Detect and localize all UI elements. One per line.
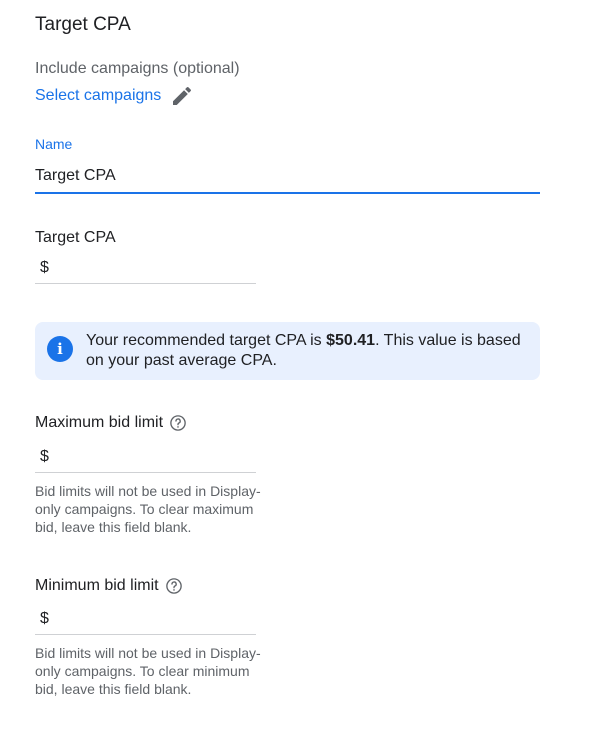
min-bid-label-text: Minimum bid limit [35,577,159,594]
currency-symbol: $ [40,610,49,627]
strategy-title: Target CPA [35,14,131,35]
name-input[interactable] [35,160,540,194]
select-campaigns-row[interactable]: Select campaigns [35,84,194,108]
select-campaigns-link[interactable]: Select campaigns [35,87,161,105]
include-campaigns-label: Include campaigns (optional) [35,60,240,77]
target-cpa-label-text: Target CPA [35,229,116,246]
recommendation-text: Your recommended target CPA is $50.41. T… [86,331,526,371]
recommendation-banner: i Your recommended target CPA is $50.41.… [35,322,540,380]
max-bid-label-text: Maximum bid limit [35,414,164,431]
max-bid-input[interactable] [48,443,264,471]
max-bid-hint: Bid limits will not be used in Display-o… [35,483,261,535]
name-field-label: Name [35,136,73,152]
currency-symbol: $ [40,448,49,465]
recommendation-text-before: Your recommended target CPA is [86,332,327,349]
min-bid-hint: Bid limits will not be used in Display-o… [35,645,261,697]
target-cpa-field[interactable]: $ [35,253,264,284]
max-bid-label: Maximum bid limit [35,414,187,432]
info-icon: i [47,336,73,362]
min-bid-label: Minimum bid limit [35,577,183,595]
target-cpa-input[interactable] [48,254,264,282]
min-bid-field[interactable]: $ [35,604,264,635]
currency-symbol: $ [40,259,49,276]
pencil-icon[interactable] [170,84,194,108]
target-cpa-label: Target CPA [35,229,116,247]
help-circle-icon[interactable] [169,414,187,432]
max-bid-field[interactable]: $ [35,442,264,473]
min-bid-input[interactable] [48,605,264,633]
help-circle-icon[interactable] [165,577,183,595]
recommended-amount: $50.41 [326,332,376,349]
